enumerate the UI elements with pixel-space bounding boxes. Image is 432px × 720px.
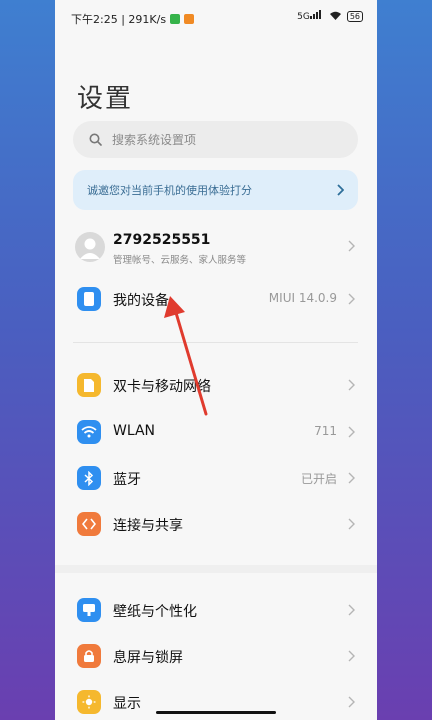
- battery-icon: 56: [346, 10, 363, 22]
- signal-icon: 5G: [297, 10, 324, 22]
- settings-item-value: MIUI 14.0.9: [268, 291, 337, 305]
- section-divider: [73, 342, 358, 343]
- sim-card-icon: [77, 373, 101, 397]
- settings-item-label: 壁纸与个性化: [113, 604, 197, 620]
- chevron-right-icon: [348, 472, 355, 484]
- page-title: 设置: [77, 84, 134, 114]
- status-time-speed: 下午2:25 | 291K/s: [71, 13, 167, 26]
- search-input[interactable]: [110, 131, 334, 148]
- chevron-right-icon: [348, 426, 355, 438]
- settings-item-label: 蓝牙: [113, 472, 141, 488]
- avatar: [75, 232, 105, 262]
- settings-item-label: 显示: [113, 696, 141, 712]
- chevron-right-icon: [348, 650, 355, 662]
- chevron-right-icon: [348, 379, 355, 391]
- chevron-right-icon: [348, 240, 355, 252]
- account-subtitle: 管理帐号、云服务、家人服务等: [113, 255, 247, 266]
- search-bar[interactable]: [73, 121, 358, 158]
- phone-icon: [77, 287, 101, 311]
- settings-item-label: 我的设备: [113, 293, 169, 309]
- feedback-banner-text: 诚邀您对当前手机的使用体验打分: [87, 184, 252, 197]
- sun-icon: [77, 690, 101, 714]
- chevron-right-icon: [348, 604, 355, 616]
- phone-screen: 下午2:25 | 291K/s 5G 56 设置 诚邀您对当前手机的使用体验打分…: [55, 0, 377, 720]
- settings-item-value: 已开启: [300, 472, 337, 486]
- chevron-right-icon: [348, 293, 355, 305]
- wechat-notification-icon: [170, 14, 181, 24]
- feedback-banner[interactable]: 诚邀您对当前手机的使用体验打分: [73, 170, 358, 210]
- wallpaper-icon: [77, 598, 101, 622]
- chevron-right-icon: [348, 518, 355, 530]
- search-icon: [89, 133, 102, 146]
- chevron-right-icon: [348, 696, 355, 708]
- settings-item-label: 息屏与锁屏: [113, 650, 183, 666]
- bluetooth-icon: [77, 466, 101, 490]
- status-bar: 下午2:25 | 291K/s 5G 56: [55, 0, 377, 34]
- home-indicator[interactable]: [156, 711, 276, 714]
- wifi-status-icon: [329, 11, 341, 20]
- section-gap: [55, 565, 377, 573]
- share-icon: [77, 512, 101, 536]
- settings-item-label: WLAN: [113, 423, 156, 439]
- chevron-right-icon: [337, 184, 344, 196]
- wifi-icon: [77, 420, 101, 444]
- lock-icon: [77, 644, 101, 668]
- settings-item-value: 711: [314, 424, 337, 438]
- account-name: 2792525551: [113, 232, 211, 248]
- settings-item-label: 双卡与移动网络: [113, 379, 211, 395]
- settings-item-label: 连接与共享: [113, 518, 183, 534]
- app-notification-icon: [184, 14, 195, 24]
